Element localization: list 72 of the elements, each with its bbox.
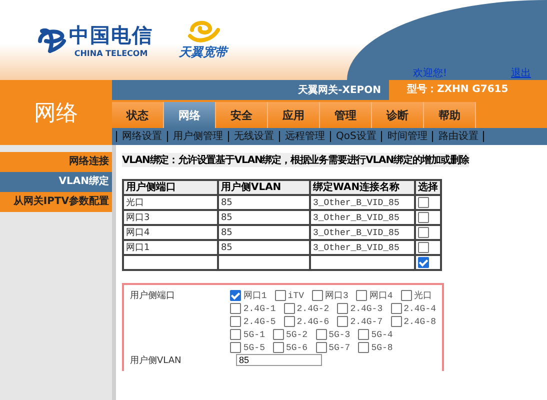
port-checkbox[interactable]: 5G-3 — [316, 329, 350, 340]
description-text: VLAN绑定：允许设置基于VLAN绑定，根据业务需要进行VLAN绑定的增加或删除 — [122, 153, 469, 167]
port-checkbox[interactable]: 2.4G-4 — [390, 303, 436, 314]
port-checkbox[interactable]: 网口3 — [312, 289, 348, 302]
subnav-link[interactable]: 远程管理 — [279, 131, 330, 142]
port-checkbox[interactable]: 2.4G-7 — [337, 316, 383, 327]
table-cell: 3_Other_B_VID_85 — [310, 240, 415, 255]
port-checkbox[interactable]: 2.4G-6 — [284, 316, 330, 327]
port-checkbox[interactable]: 2.4G-5 — [230, 316, 276, 327]
model-label: 型号：ZXHN G7615 — [389, 80, 547, 100]
column-header: 选择 — [414, 180, 441, 195]
sidebar-item[interactable]: VLAN绑定 — [0, 172, 112, 192]
port-checkbox[interactable]: 5G-8 — [358, 342, 393, 353]
subnav-link[interactable]: 时间管理 — [381, 131, 432, 142]
vlan-input[interactable]: 85 — [236, 354, 322, 366]
table-cell: 3_Other_B_VID_85 — [310, 210, 415, 225]
telecom-logo-icon — [36, 27, 66, 53]
port-checkbox[interactable]: iTV — [274, 290, 304, 301]
table-cell: 85 — [218, 240, 310, 255]
nav-tab[interactable]: 诊断 — [372, 102, 424, 128]
sidebar-item[interactable]: 从网关IPTV参数配置 — [0, 192, 112, 212]
port-checkbox[interactable]: 网口1 — [230, 289, 267, 302]
welcome-text: 欢迎您! — [412, 66, 447, 80]
table-cell: 光口 — [123, 195, 218, 210]
nav-tab[interactable]: 状态 — [112, 102, 164, 128]
brand-text: 天翼宽带 — [179, 44, 227, 60]
vlan-label: 用户侧VLAN — [130, 354, 182, 367]
port-checkbox[interactable]: 2.4G-3 — [337, 303, 383, 314]
table-cell: 网口4 — [123, 225, 218, 240]
table-cell: 3_Other_B_VID_85 — [310, 225, 415, 240]
row-checkbox[interactable] — [418, 256, 429, 268]
port-checkbox[interactable]: 2.4G-1 — [230, 303, 276, 314]
nav-tab[interactable]: 管理 — [320, 102, 372, 128]
column-header: 用户侧VLAN — [218, 180, 310, 195]
nav-tab[interactable]: 帮助 — [424, 102, 476, 128]
table-cell: 85 — [218, 210, 310, 225]
table-cell: 3_Other_B_VID_85 — [310, 195, 415, 210]
port-checkbox[interactable]: 2.4G-8 — [390, 316, 436, 327]
sidebar-item[interactable]: 网络连接 — [0, 152, 112, 172]
subnav-link[interactable]: 路由设置 — [432, 131, 484, 142]
nav-tab[interactable]: 安全 — [216, 102, 268, 128]
table-cell: 85 — [218, 195, 310, 210]
port-checkbox[interactable]: 5G-2 — [272, 329, 308, 340]
port-checkbox[interactable]: 5G-5 — [230, 342, 265, 353]
row-checkbox[interactable] — [418, 196, 429, 208]
row-checkbox[interactable] — [418, 226, 429, 238]
section-title: 网络 — [33, 100, 79, 128]
logo-text: 中国电信 — [69, 22, 153, 49]
port-label: 用户侧端口 — [130, 290, 176, 303]
table-cell: 网口1 — [123, 240, 218, 255]
logo-subtext: CHINA TELECOM — [74, 49, 148, 58]
port-checkbox[interactable]: 5G-4 — [358, 329, 393, 340]
port-checkbox[interactable]: 5G-7 — [316, 342, 350, 353]
port-checkbox[interactable]: 5G-1 — [230, 329, 265, 340]
column-header: 绑定WAN连接名称 — [310, 180, 415, 195]
subnav-link[interactable]: 无线设置 — [228, 131, 279, 142]
row-checkbox[interactable] — [418, 212, 429, 223]
table-cell: 85 — [218, 225, 310, 240]
row-checkbox[interactable] — [418, 242, 429, 253]
port-checkbox[interactable]: 光口 — [400, 289, 432, 302]
port-checkbox[interactable]: 5G-6 — [272, 342, 308, 353]
port-checkbox[interactable]: 2.4G-2 — [284, 303, 330, 314]
swirl-logo-icon — [186, 20, 220, 44]
nav-tab[interactable]: 网络 — [164, 102, 216, 128]
nav-tab[interactable]: 应用 — [268, 102, 320, 128]
subnav-link[interactable]: 用户侧管理 — [167, 131, 228, 142]
table-cell: 网口3 — [123, 210, 218, 225]
subnav-link[interactable]: 网络设置 — [116, 131, 167, 142]
gateway-name: 天翼网关-XEPON — [298, 84, 382, 97]
column-header: 用户侧端口 — [123, 180, 218, 195]
port-checkbox[interactable]: 网口4 — [356, 289, 393, 302]
subnav-link[interactable]: QoS设置 — [330, 131, 382, 142]
